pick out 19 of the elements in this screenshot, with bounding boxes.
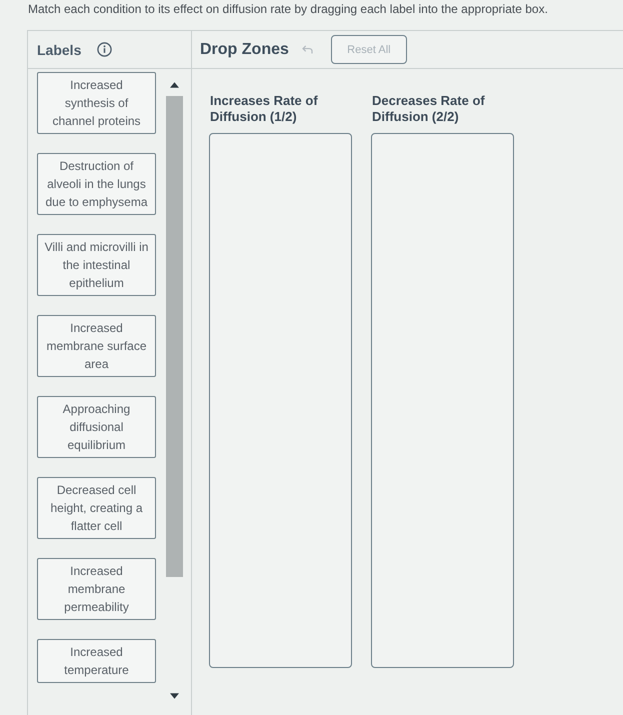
scrollbar-thumb[interactable]	[166, 96, 182, 577]
scroll-down-arrow-icon[interactable]	[170, 693, 178, 699]
drop-zone[interactable]	[209, 133, 352, 668]
drop-zones-heading: Drop Zones	[200, 40, 289, 58]
label-card[interactable]: Approaching diffusional equilibrium	[37, 396, 156, 458]
label-card[interactable]: Destruction of alveoli in the lungs due to emphysema	[37, 153, 156, 215]
label-card[interactable]: Increased synthesis of channel proteins	[37, 72, 156, 134]
label-card[interactable]: Increased membrane surface area	[37, 315, 156, 377]
scroll-up-arrow-icon[interactable]	[170, 82, 178, 88]
label-card[interactable]: Decreased cell height, creating a flatter cell	[37, 477, 156, 539]
labels-heading: Labels	[37, 42, 82, 58]
drop-zone[interactable]	[371, 133, 514, 668]
drop-zone-heading: Decreases Rate of Diffusion (2/2)	[371, 93, 486, 125]
drop-zone-heading: Increases Rate of Diffusion (1/2)	[209, 93, 319, 125]
label-card[interactable]: Increased membrane permeability	[37, 558, 156, 620]
info-icon[interactable]	[97, 42, 112, 57]
label-card[interactable]: Increased temperature	[37, 639, 156, 683]
label-card[interactable]: Villi and microvilli in the intestinal epithelium	[37, 234, 156, 296]
instruction-text: Match each condition to its effect on diffusion rate by dragging each label into the appropriate box.	[27, 1, 549, 16]
